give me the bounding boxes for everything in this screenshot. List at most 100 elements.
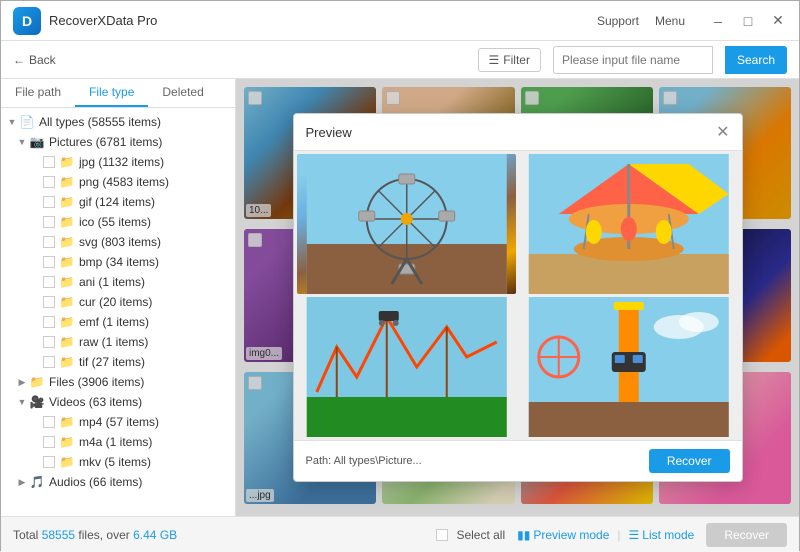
tab-file-type[interactable]: File type bbox=[75, 79, 148, 107]
modal-image-grid bbox=[294, 151, 742, 440]
tree-item-svg[interactable]: ▶ 📁 svg (803 items) bbox=[1, 232, 235, 252]
png-checkbox[interactable] bbox=[43, 176, 55, 188]
modal-overlay: Preview ✕ bbox=[236, 79, 799, 516]
emf-checkbox[interactable] bbox=[43, 316, 55, 328]
tree-item-jpg[interactable]: ▶ 📁 jpg (1132 items) bbox=[1, 152, 235, 172]
back-arrow-icon: ← bbox=[13, 53, 25, 67]
expand-arrow-icon: ▼ bbox=[15, 135, 29, 149]
back-button[interactable]: ← Back bbox=[13, 53, 56, 67]
tree-item-audios[interactable]: ▶ 🎵 Audios (66 items) bbox=[1, 472, 235, 492]
tree-item-m4a[interactable]: ▶ 📁 m4a (1 items) bbox=[1, 432, 235, 452]
m4a-checkbox[interactable] bbox=[43, 436, 55, 448]
tree-item-tif[interactable]: ▶ 📁 tif (27 items) bbox=[1, 352, 235, 372]
modal-footer: Path: All types\Picture... Recover bbox=[294, 440, 742, 481]
grid-view-icon: ▮▮ bbox=[517, 528, 530, 542]
minimize-button[interactable]: – bbox=[709, 12, 727, 30]
pictures-label: Pictures (6781 items) bbox=[49, 135, 162, 149]
tree-item-mp4[interactable]: ▶ 📁 mp4 (57 items) bbox=[1, 412, 235, 432]
tree-item-all-types[interactable]: ▼ 📄 All types (58555 items) bbox=[1, 112, 235, 132]
bmp-checkbox[interactable] bbox=[43, 256, 55, 268]
ico-checkbox[interactable] bbox=[43, 216, 55, 228]
bmp-label: bmp (34 items) bbox=[79, 255, 159, 269]
svg-label: svg (803 items) bbox=[79, 235, 161, 249]
mp4-checkbox[interactable] bbox=[43, 416, 55, 428]
select-all-checkbox-area[interactable]: Select all bbox=[436, 528, 505, 542]
modal-path: Path: All types\Picture... bbox=[306, 455, 422, 467]
filter-button[interactable]: ☰ Filter bbox=[478, 48, 541, 72]
raw-checkbox[interactable] bbox=[43, 336, 55, 348]
mp4-label: mp4 (57 items) bbox=[79, 415, 159, 429]
files-label: Files (3906 items) bbox=[49, 375, 144, 389]
preview-image-1[interactable] bbox=[297, 154, 517, 294]
tab-bar: File path File type Deleted bbox=[1, 79, 235, 108]
mkv-label: mkv (5 items) bbox=[79, 455, 151, 469]
tree-item-gif[interactable]: ▶ 📁 gif (124 items) bbox=[1, 192, 235, 212]
videos-expand-icon: ▼ bbox=[15, 395, 29, 409]
tree-item-cur[interactable]: ▶ 📁 cur (20 items) bbox=[1, 292, 235, 312]
preview-image-3[interactable] bbox=[297, 297, 517, 437]
tree-item-videos[interactable]: ▼ 🎥 Videos (63 items) bbox=[1, 392, 235, 412]
svg-checkbox[interactable] bbox=[43, 236, 55, 248]
total-size: 6.44 GB bbox=[133, 528, 177, 542]
cur-checkbox[interactable] bbox=[43, 296, 55, 308]
menu-link[interactable]: Menu bbox=[655, 14, 685, 28]
main-content: File path File type Deleted ▼ 📄 All type… bbox=[1, 79, 799, 516]
close-button[interactable]: ✕ bbox=[769, 12, 787, 30]
tree-item-png[interactable]: ▶ 📁 png (4583 items) bbox=[1, 172, 235, 192]
ani-checkbox[interactable] bbox=[43, 276, 55, 288]
tree-item-pictures[interactable]: ▼ 📷 Pictures (6781 items) bbox=[1, 132, 235, 152]
modal-header: Preview ✕ bbox=[294, 114, 742, 151]
gif-checkbox[interactable] bbox=[43, 196, 55, 208]
modal-title: Preview bbox=[306, 125, 352, 140]
status-text: Total 58555 files, over 6.44 GB bbox=[13, 528, 177, 542]
preview-mode-button[interactable]: ▮▮ Preview mode bbox=[517, 528, 609, 542]
files-expand-icon: ▶ bbox=[15, 375, 29, 389]
tree-item-ani[interactable]: ▶ 📁 ani (1 items) bbox=[1, 272, 235, 292]
list-view-icon: ☰ bbox=[629, 528, 640, 542]
modal-close-button[interactable]: ✕ bbox=[716, 122, 729, 142]
tif-checkbox[interactable] bbox=[43, 356, 55, 368]
m4a-label: m4a (1 items) bbox=[79, 435, 152, 449]
expand-arrow-icon: ▼ bbox=[5, 115, 19, 129]
content-area: 10... 3.jpg img0... ...jpg bbox=[236, 79, 799, 516]
app-logo: D bbox=[13, 7, 41, 35]
audios-expand-icon: ▶ bbox=[15, 475, 29, 489]
preview-image-2[interactable] bbox=[519, 154, 739, 294]
list-mode-button[interactable]: ☰ List mode bbox=[629, 528, 695, 542]
all-types-icon: 📄 bbox=[19, 114, 35, 130]
cur-label: cur (20 items) bbox=[79, 295, 152, 309]
search-input[interactable] bbox=[553, 46, 713, 74]
tree-item-emf[interactable]: ▶ 📁 emf (1 items) bbox=[1, 312, 235, 332]
maximize-button[interactable]: □ bbox=[739, 12, 757, 30]
files-icon: 📁 bbox=[29, 374, 45, 390]
tree-item-mkv[interactable]: ▶ 📁 mkv (5 items) bbox=[1, 452, 235, 472]
tree-item-bmp[interactable]: ▶ 📁 bmp (34 items) bbox=[1, 252, 235, 272]
audios-label: Audios (66 items) bbox=[49, 475, 142, 489]
bmp-icon: 📁 bbox=[59, 254, 75, 270]
tab-deleted[interactable]: Deleted bbox=[148, 79, 217, 107]
mp4-icon: 📁 bbox=[59, 414, 75, 430]
png-icon: 📁 bbox=[59, 174, 75, 190]
all-types-label: All types (58555 items) bbox=[39, 115, 161, 129]
total-files-count: 58555 bbox=[42, 528, 75, 542]
tree-item-raw[interactable]: ▶ 📁 raw (1 items) bbox=[1, 332, 235, 352]
tree-item-ico[interactable]: ▶ 📁 ico (55 items) bbox=[1, 212, 235, 232]
jpg-checkbox[interactable] bbox=[43, 156, 55, 168]
preview-image-4[interactable] bbox=[519, 297, 739, 437]
recover-bottom-button[interactable]: Recover bbox=[706, 523, 787, 547]
support-link[interactable]: Support bbox=[597, 14, 639, 28]
tree-item-files[interactable]: ▶ 📁 Files (3906 items) bbox=[1, 372, 235, 392]
select-all-checkbox[interactable] bbox=[436, 529, 448, 541]
file-tree: ▼ 📄 All types (58555 items) ▼ 📷 Pictures… bbox=[1, 108, 235, 496]
recover-button[interactable]: Recover bbox=[649, 449, 730, 473]
mkv-checkbox[interactable] bbox=[43, 456, 55, 468]
svg-icon: 📁 bbox=[59, 234, 75, 250]
jpg-icon: 📁 bbox=[59, 154, 75, 170]
gif-label: gif (124 items) bbox=[79, 195, 155, 209]
search-button[interactable]: Search bbox=[725, 46, 787, 74]
ico-label: ico (55 items) bbox=[79, 215, 151, 229]
audios-icon: 🎵 bbox=[29, 474, 45, 490]
status-bar-right: Select all ▮▮ Preview mode | ☰ List mode… bbox=[436, 523, 787, 547]
mkv-icon: 📁 bbox=[59, 454, 75, 470]
tab-file-path[interactable]: File path bbox=[1, 79, 75, 107]
